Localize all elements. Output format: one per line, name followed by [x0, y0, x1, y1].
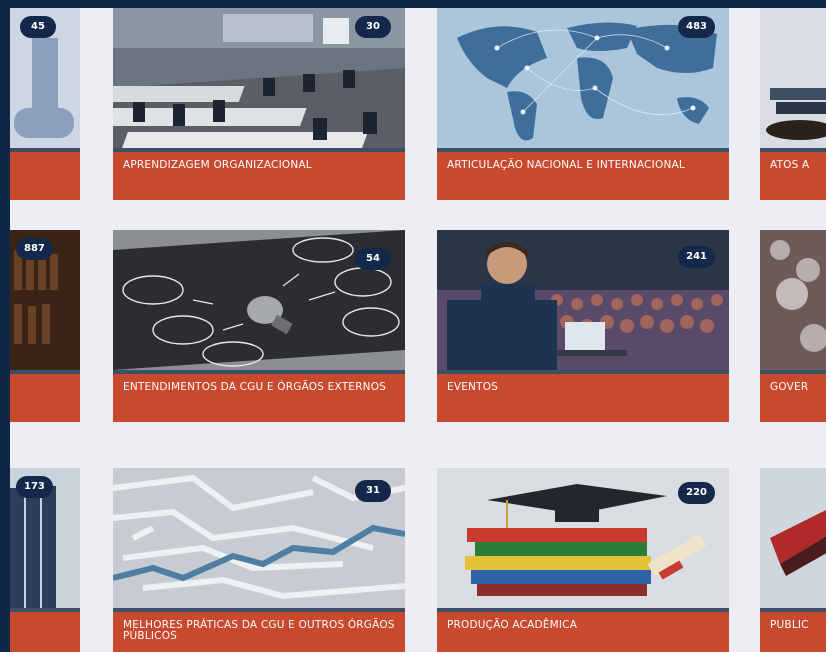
- topic-card-aprendizagem[interactable]: 30 APRENDIZAGEM ORGANIZACIONAL: [113, 8, 405, 200]
- topic-caption-bar: ENTENDIMENTOS DA CGU E ÓRGÃOS EXTERNOS: [113, 370, 405, 422]
- topic-title: EVENTOS: [447, 381, 499, 393]
- topic-caption-bar: PRODUÇÃO ACADÊMICA: [437, 608, 729, 652]
- item-count-badge: 483: [678, 16, 715, 38]
- topic-card-producao-academica[interactable]: 220 PRODUÇÃO ACADÊMICA: [437, 468, 729, 652]
- topic-caption-bar: MELHORES PRÁTICAS DA CGU E OUTROS ÓRGÃOS…: [113, 608, 405, 652]
- topic-title: APRENDIZAGEM ORGANIZACIONAL: [123, 159, 312, 171]
- topic-title: PUBLIC: [770, 619, 809, 631]
- topic-caption-bar: ARTICULAÇÃO NACIONAL E INTERNACIONAL: [437, 148, 729, 200]
- topic-grid-page: 45 30 APRENDIZAGEM ORGANIZACIONAL 483 AR…: [10, 8, 826, 652]
- topic-card-partial-1[interactable]: 45: [10, 8, 80, 200]
- books-gavel-image: [760, 8, 826, 148]
- topic-card-governanca[interactable]: GOVER: [760, 230, 826, 422]
- item-count-badge: 45: [20, 16, 56, 38]
- topic-card-entendimentos[interactable]: 54 ENTENDIMENTOS DA CGU E ÓRGÃOS EXTERNO…: [113, 230, 405, 422]
- item-count-badge: 220: [678, 482, 715, 504]
- topic-card-partial-2[interactable]: 887: [10, 230, 80, 422]
- topic-title: ATOS A: [770, 159, 810, 171]
- topic-title: MELHORES PRÁTICAS DA CGU E OUTROS ÓRGÃOS…: [123, 619, 395, 642]
- publications-image: [760, 468, 826, 608]
- item-count-badge: 887: [16, 238, 53, 260]
- item-count-badge: 173: [16, 476, 53, 498]
- item-count-badge: 31: [355, 480, 391, 502]
- item-count-badge: 30: [355, 16, 391, 38]
- topic-caption-bar: [10, 370, 80, 422]
- topic-caption-bar: PUBLIC: [760, 608, 826, 652]
- topic-card-partial-3[interactable]: 173: [10, 468, 80, 652]
- topic-title: GOVER: [770, 381, 809, 393]
- topic-card-articulacao[interactable]: 483 ARTICULAÇÃO NACIONAL E INTERNACIONAL: [437, 8, 729, 200]
- topic-title: ARTICULAÇÃO NACIONAL E INTERNACIONAL: [447, 159, 685, 171]
- topic-title: ENTENDIMENTOS DA CGU E ÓRGÃOS EXTERNOS: [123, 381, 387, 393]
- network-people-image: [760, 230, 826, 370]
- topic-caption-bar: [10, 608, 80, 652]
- topic-caption-bar: EVENTOS: [437, 370, 729, 422]
- topic-caption-bar: GOVER: [760, 370, 826, 422]
- topic-caption-bar: [10, 148, 80, 200]
- topic-card-melhores-praticas[interactable]: 31 MELHORES PRÁTICAS DA CGU E OUTROS ÓRG…: [113, 468, 405, 652]
- item-count-badge: 241: [678, 246, 715, 268]
- topic-card-publicacoes[interactable]: PUBLIC: [760, 468, 826, 652]
- topic-title: PRODUÇÃO ACADÊMICA: [447, 619, 578, 631]
- topic-card-eventos[interactable]: 241 EVENTOS: [437, 230, 729, 422]
- item-count-badge: 54: [355, 248, 391, 270]
- topic-card-atos[interactable]: ATOS A: [760, 8, 826, 200]
- topic-caption-bar: ATOS A: [760, 148, 826, 200]
- topic-caption-bar: APRENDIZAGEM ORGANIZACIONAL: [113, 148, 405, 200]
